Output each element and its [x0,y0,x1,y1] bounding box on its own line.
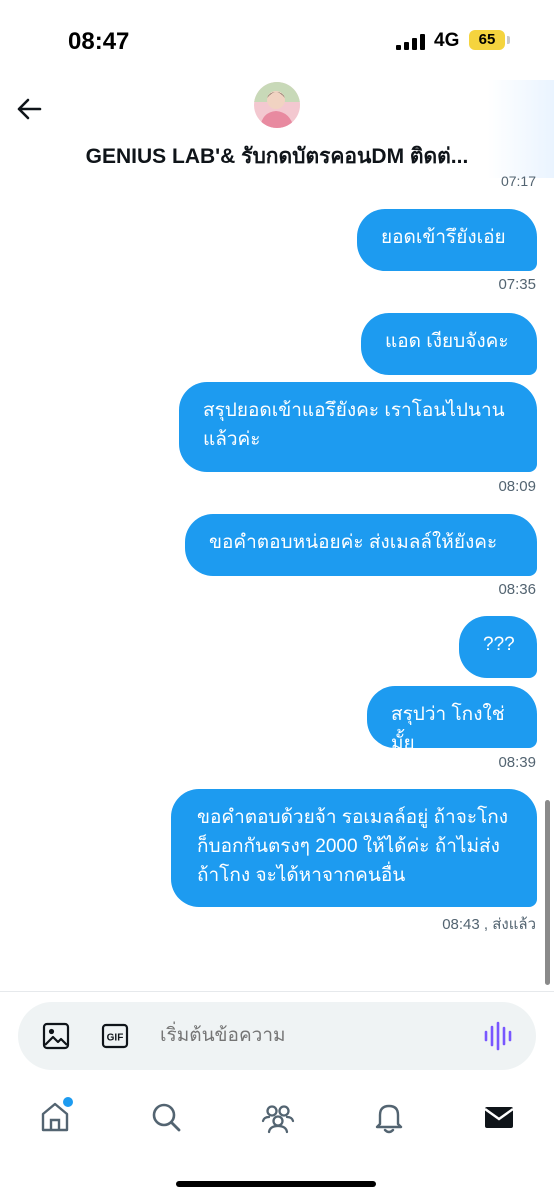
signal-icon [396,34,425,50]
message-bubble[interactable]: สรุปยอดเข้าแอรึยังคะ เราโอนไปนาน แล้วค่ะ [179,382,537,472]
avatar[interactable] [254,82,300,128]
network-type: 4G [434,30,460,51]
message-bubble[interactable]: ขอคำตอบหน่อยค่ะ ส่งเมลล์ให้ยังคะ [185,514,537,576]
bell-icon[interactable] [372,1100,406,1134]
mail-icon[interactable] [482,1100,516,1134]
status-bar: 08:47 4G 65 [0,0,554,80]
message-input[interactable] [160,1020,460,1052]
battery-level: 65 [469,30,505,50]
message-timestamp: 07:35 [498,276,536,293]
conversation-title[interactable]: GENIUS LAB'& รับกดบัตรคอนDM ติดต่... [0,140,554,173]
message-timestamp: 08:39 [498,754,536,771]
communities-icon[interactable] [261,1100,295,1134]
gif-icon[interactable]: GIF [99,1020,131,1052]
message-timestamp: 08:43 , ส่งแล้ว [442,916,536,933]
message-bubble[interactable]: ขอคำตอบด้วยจ้า รอเมลล์อยู่ ถ้าจะโกงก็บอก… [171,789,537,907]
home-indicator[interactable] [176,1181,376,1187]
notification-dot [61,1095,75,1109]
message-timestamp: 08:36 [498,581,536,598]
message-bubble[interactable]: สรุปว่า โกงใช่มั้ย [367,686,537,754]
message-timestamp: 08:09 [498,478,536,495]
scrollbar[interactable] [545,800,550,985]
message-bubble[interactable]: ??? [459,616,537,678]
message-timestamp: 07:17 [500,174,536,186]
waveform-icon[interactable] [482,1019,514,1053]
arrow-left-icon[interactable] [14,94,44,124]
divider [0,991,554,992]
gif-label: GIF [107,1033,124,1044]
message-bubble[interactable]: แอด เงียบจังคะ [361,313,537,375]
message-bubble[interactable]: ยอดเข้ารึยังเอ่ย [357,209,537,271]
image-icon[interactable] [40,1020,72,1052]
status-time: 08:47 [68,28,130,55]
search-icon[interactable] [149,1100,183,1134]
gif-frame: GIF [101,1023,129,1049]
battery-tip [507,36,510,44]
